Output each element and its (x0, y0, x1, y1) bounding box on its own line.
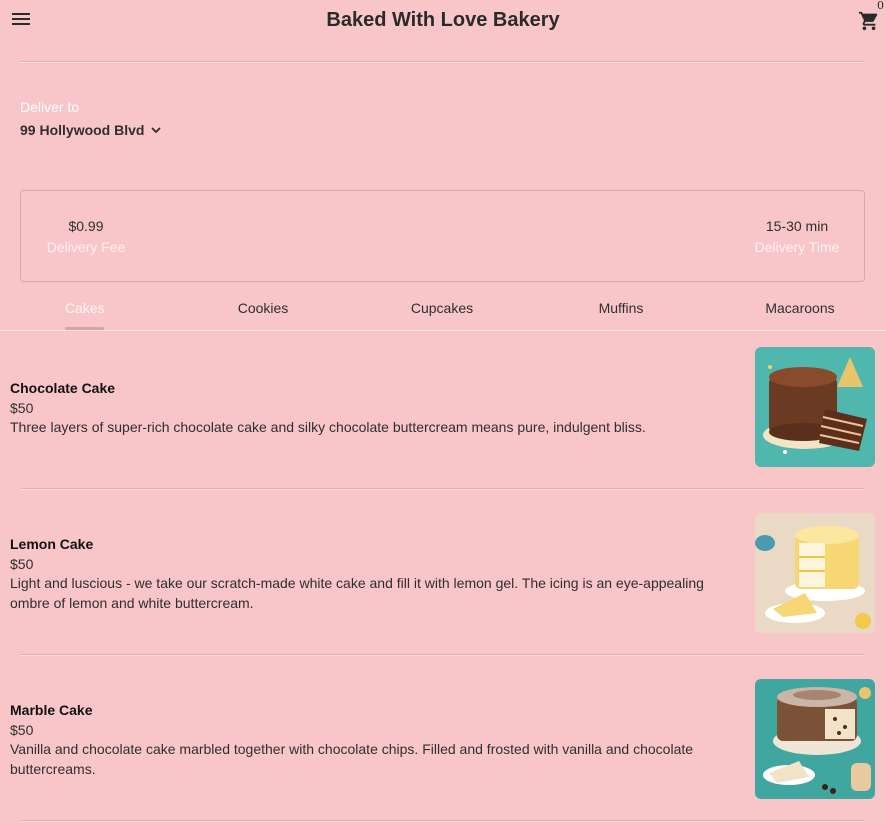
product-item-marble-cake[interactable]: Marble Cake $50 Vanilla and chocolate ca… (0, 679, 886, 824)
address-text: 99 Hollywood Blvd (20, 122, 145, 138)
active-tab-indicator (65, 327, 104, 330)
product-price: $50 (10, 556, 34, 572)
item-divider (20, 820, 865, 822)
deliver-to-label: Deliver to (20, 99, 80, 115)
delivery-fee-label: Delivery Fee (46, 239, 126, 255)
delivery-fee: $0.99 Delivery Fee (46, 218, 126, 255)
delivery-fee-value: $0.99 (68, 218, 104, 234)
tab-cakes[interactable]: Cakes (65, 300, 105, 330)
delivery-info-card: $0.99 Delivery Fee 15-30 min Delivery Ti… (20, 190, 865, 282)
product-name: Lemon Cake (10, 536, 94, 552)
tab-label: Cupcakes (410, 300, 474, 316)
delivery-time-label: Delivery Time (754, 239, 840, 255)
category-tabs: Cakes Cookies Cupcakes Muffins Macaroons (0, 300, 886, 331)
tab-label: Muffins (598, 300, 644, 316)
tab-label: Macaroons (765, 300, 835, 316)
delivery-time-value: 15-30 min (765, 218, 829, 234)
app-bar: Baked With Love Bakery 0 (0, 0, 886, 40)
product-name: Marble Cake (10, 702, 93, 718)
product-description: Light and luscious - we take our scratch… (10, 575, 704, 611)
tab-cookies[interactable]: Cookies (233, 300, 293, 330)
marble-cake-image[interactable] (755, 679, 875, 799)
chocolate-cake-image[interactable] (755, 347, 875, 467)
cart-count-badge: 0 (877, 0, 884, 12)
tab-label: Cakes (65, 300, 105, 316)
address-selector[interactable]: 99 Hollywood Blvd (20, 120, 162, 140)
product-description: Three layers of super-rich chocolate cak… (10, 419, 646, 435)
tab-cupcakes[interactable]: Cupcakes (406, 300, 478, 330)
product-item-lemon-cake[interactable]: Lemon Cake $50 Light and luscious - we t… (0, 513, 886, 658)
tab-macaroons[interactable]: Macaroons (760, 300, 840, 330)
item-divider (20, 488, 865, 490)
product-name: Chocolate Cake (10, 380, 116, 396)
app-title: Baked With Love Bakery (326, 9, 560, 31)
delivery-time: 15-30 min Delivery Time (752, 218, 842, 255)
tab-muffins[interactable]: Muffins (592, 300, 650, 330)
item-divider (20, 654, 865, 656)
product-item-chocolate-cake[interactable]: Chocolate Cake $50 Three layers of super… (0, 347, 886, 492)
product-price: $50 (10, 722, 34, 738)
product-description: Vanilla and chocolate cake marbled toget… (10, 741, 694, 777)
product-price: $50 (10, 400, 34, 416)
tab-label: Cookies (237, 300, 289, 316)
lemon-cake-image[interactable] (755, 513, 875, 633)
header-divider (20, 61, 865, 63)
chevron-down-icon (151, 127, 162, 134)
cart-icon[interactable] (858, 10, 880, 32)
